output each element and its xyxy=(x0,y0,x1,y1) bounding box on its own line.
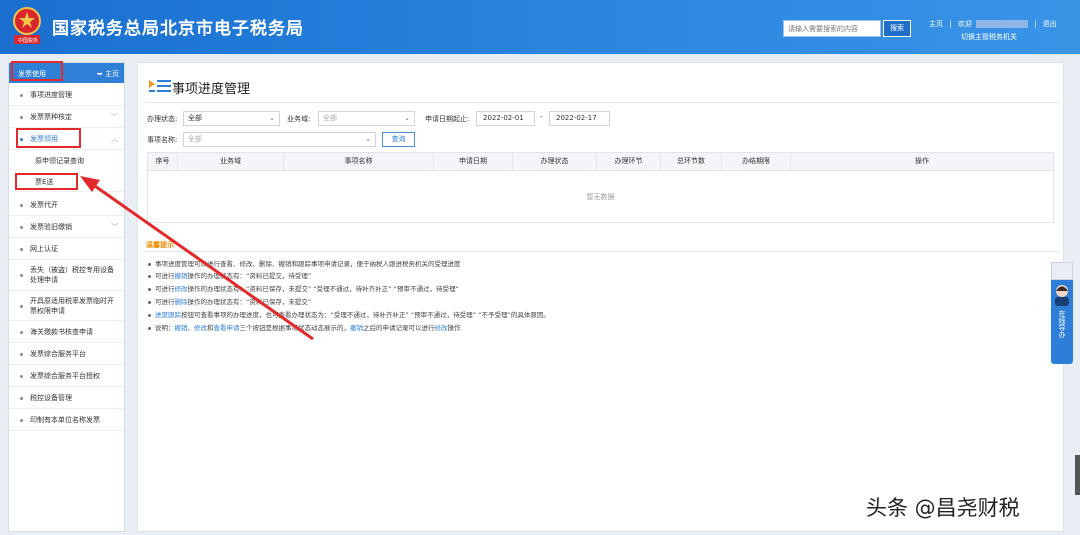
chevron-down-icon: ﹀ xyxy=(111,222,118,231)
date-from-input[interactable]: 2022-02-01 xyxy=(476,111,535,126)
bullet-icon xyxy=(148,262,151,266)
annotation-box-sidebar-title xyxy=(11,61,63,81)
annotation-box-piao-e-song xyxy=(15,173,78,190)
empty-table-text: 暂无数据 xyxy=(586,193,615,201)
title-divider xyxy=(145,102,1060,103)
bullet-icon xyxy=(20,396,23,400)
sidebar-item-customs-check[interactable]: 海关缴款书核查申请 xyxy=(9,321,124,343)
username-blur xyxy=(975,20,1028,28)
domain-label: 业务域: xyxy=(287,115,311,123)
emblem-text: 中国税务 xyxy=(17,38,38,44)
col-header-step: 办理环节 xyxy=(597,153,661,170)
bullet-icon xyxy=(148,287,151,291)
bullet-icon xyxy=(20,418,23,422)
tip-line: 可进行修改操作的办理状态有：“资料已保存，未提交” “受理不通过，待补齐补正” … xyxy=(148,283,459,293)
sidebar-item-print-invoice[interactable]: 印制有本单位名称发票 xyxy=(9,409,124,431)
sidebar-item-device-loss[interactable]: 丢失（被盗）税控专用设备处理申请 xyxy=(9,260,124,291)
online-guide-label: 在线导办 xyxy=(1058,310,1066,338)
query-button[interactable]: 查询 xyxy=(382,132,415,147)
back-arrow-icon: ➥ xyxy=(96,70,103,78)
domain-select[interactable]: 全部 ⌄ xyxy=(318,111,415,126)
bullet-icon xyxy=(148,326,151,330)
tips-divider xyxy=(145,251,1060,252)
welcome-text: 欢迎 xyxy=(957,20,972,28)
bullet-icon xyxy=(148,274,151,278)
tip-line: 事项进度管理可以进行查看、修改、删除、撤销和跟踪事项申请记录，便于纳税人跟进税务… xyxy=(148,258,461,268)
assistant-avatar-icon xyxy=(1055,285,1069,306)
bullet-icon xyxy=(148,313,151,317)
site-title: 国家税务总局北京市电子税务局 xyxy=(52,19,304,39)
col-header-actions: 操作 xyxy=(915,157,929,165)
sidebar-item-device-manage[interactable]: 税控设备管理 xyxy=(9,387,124,409)
chevron-down-icon: ⌄ xyxy=(365,135,371,143)
sidebar-item-service-platform[interactable]: 发票综合服务平台 xyxy=(9,343,124,365)
sidebar-item-progress[interactable]: 事项进度管理 xyxy=(9,85,124,106)
top-links: 主页 | 欢迎 | 退出 xyxy=(929,20,1057,28)
bullet-icon xyxy=(20,304,23,308)
table-header: 序号 业务域 事项名称 申请日期 办理状态 办理环节 总环节数 办结期限 操作 xyxy=(147,152,1054,171)
scrollbar-thumb[interactable] xyxy=(1075,455,1080,495)
bullet-icon xyxy=(20,274,23,277)
status-select[interactable]: 全部 ⌄ xyxy=(183,111,280,126)
item-name-label: 事项名称: xyxy=(147,136,178,144)
list-title-icon xyxy=(149,80,171,92)
sidebar-item-platform-auth[interactable]: 发票综合服务平台授权 xyxy=(9,365,124,387)
col-header-domain: 业务域 xyxy=(178,153,284,170)
tip-line: 说明：撤销、修改和查看申请三个按钮是根据事项状态动态展示的，撤销之后的申请记录可… xyxy=(148,322,461,332)
col-header-name: 事项名称 xyxy=(284,153,434,170)
status-label: 办理状态: xyxy=(147,115,178,123)
chevron-down-icon: ﹀ xyxy=(111,112,118,121)
col-header-total-steps: 总环节数 xyxy=(661,153,722,170)
item-name-select[interactable]: 全部 ⌄ xyxy=(183,132,376,147)
bullet-icon xyxy=(20,225,23,229)
bullet-icon xyxy=(20,94,23,97)
table-body: 暂无数据 xyxy=(147,171,1054,223)
bullet-icon xyxy=(148,300,151,304)
watermark-text: 头条 @昌尧财税 xyxy=(866,496,1020,520)
sidebar-item-claim-history[interactable]: 原申领记录查询 xyxy=(9,150,124,172)
float-top-handle[interactable] xyxy=(1051,262,1073,280)
page-title: 事项进度管理 xyxy=(172,82,251,97)
chevron-up-icon: ︿ xyxy=(111,134,118,143)
search-input[interactable] xyxy=(783,20,881,37)
date-separator: - xyxy=(540,113,543,121)
switch-authority-link[interactable]: 切换主管税务机关 xyxy=(961,32,1017,42)
tip-line: 进度跟踪按钮可查看事项的办理进度，也可查看办理状态为：“受理不通过，待补齐补正”… xyxy=(148,309,550,319)
date-to-input[interactable]: 2022-02-17 xyxy=(549,111,610,126)
tip-line: 可进行删除操作的办理状态有：“资料已保存，未提交” xyxy=(148,296,311,306)
main-panel: 事项进度管理 办理状态: 全部 ⌄ 业务域: 全部 ⌄ 申请日期起止: 2022-0… xyxy=(137,62,1064,532)
col-header-deadline: 办结期限 xyxy=(722,153,791,170)
home-link[interactable]: 主页 xyxy=(929,20,943,28)
bullet-icon xyxy=(20,330,23,334)
bullet-icon xyxy=(20,247,23,251)
bullet-icon xyxy=(20,115,23,119)
sidebar-item-invoice-issue[interactable]: 发票代开 xyxy=(9,194,124,216)
sidebar-item-temp-permission[interactable]: 开具原适用税率发票临时开票权限申请 xyxy=(9,291,124,321)
sidebar-item-ticket-type[interactable]: 发票票种核定 ﹀ xyxy=(9,106,124,128)
sidebar-item-online-auth[interactable]: 网上认证 xyxy=(9,238,124,260)
bullet-icon xyxy=(20,203,23,207)
date-range-label: 申请日期起止: xyxy=(425,115,470,123)
bullet-icon xyxy=(20,352,23,356)
col-header-date: 申请日期 xyxy=(434,153,513,170)
sidebar-item-invoice-cancel[interactable]: 发票验旧缴销 ﹀ xyxy=(9,216,124,238)
search-button[interactable]: 搜索 xyxy=(883,20,911,37)
bullet-icon xyxy=(20,374,23,378)
annotation-box-invoice-claim xyxy=(16,128,81,148)
tip-line: 可进行撤销操作的办理状态有：“资料已提交，待受理” xyxy=(148,270,311,280)
logout-link[interactable]: 退出 xyxy=(1043,20,1057,28)
tips-title: 温馨提示 xyxy=(146,241,174,249)
col-header-status: 办理状态 xyxy=(513,153,597,170)
col-header-index: 序号 xyxy=(148,153,178,170)
chevron-down-icon: ⌄ xyxy=(269,114,275,122)
chevron-down-icon: ⌄ xyxy=(404,114,410,122)
sidebar-home-link[interactable]: ➥ 主页 xyxy=(97,69,119,79)
top-header: 中国税务 国家税务总局北京市电子税务局 搜索 主页 | 欢迎 | 退出 切换主管… xyxy=(0,0,1080,54)
